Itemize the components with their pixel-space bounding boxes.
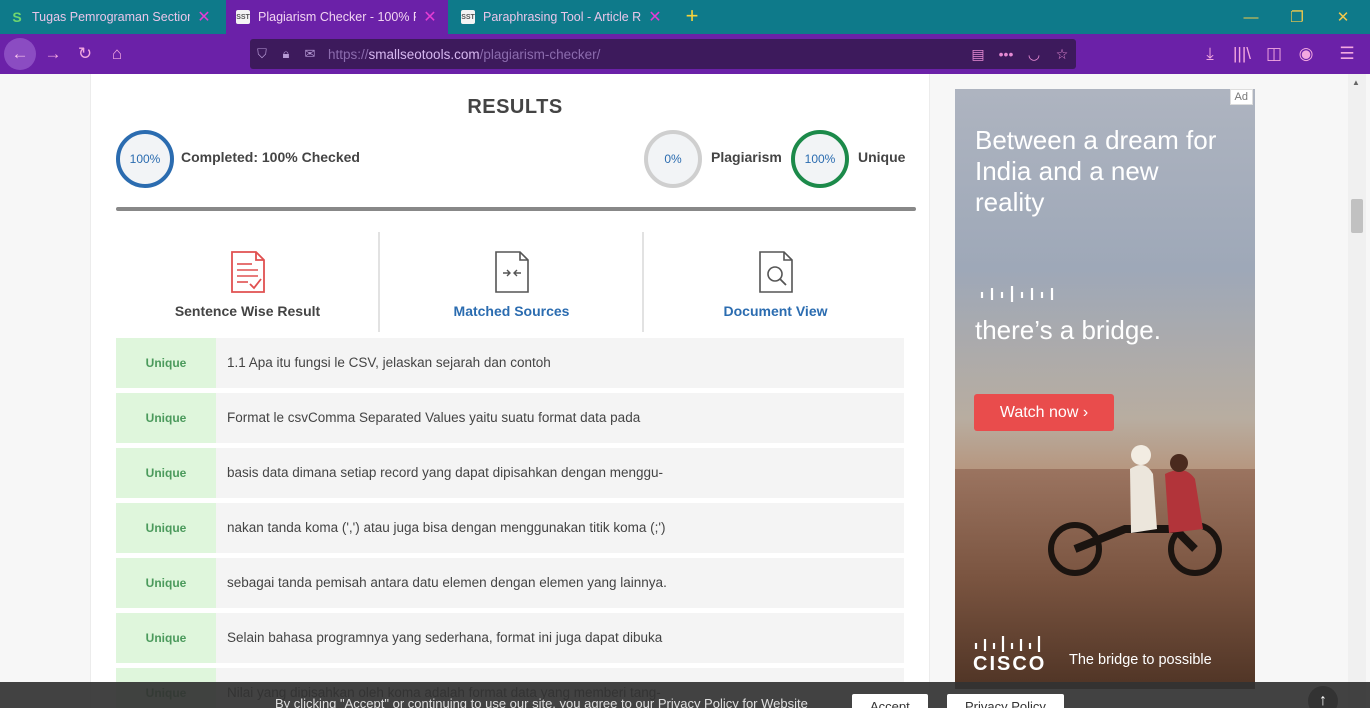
navigation-bar: ← → ↻ ⌂ ⛉ 🔒︎ ✉ https://smallseotools.com… [0,34,1370,74]
scroll-to-top-icon[interactable]: ↑ [1308,686,1338,708]
back-icon[interactable]: ← [4,38,36,70]
tab-label: Matched Sources [453,303,570,319]
browser-tab-active[interactable]: SST Plagiarism Checker - 100% Free ✕ [226,0,448,34]
home-icon[interactable]: ⌂ [102,39,132,69]
scroll-up-icon[interactable]: ▲ [1352,78,1360,87]
sentence-text: basis data dimana setiap record yang dap… [227,465,664,480]
download-icon[interactable]: ⤓ [1195,39,1225,69]
browser-tab[interactable]: SST Paraphrasing Tool - Article Rew ✕ [451,0,673,34]
library-icon[interactable]: |||\ [1227,39,1257,69]
minimize-icon[interactable]: — [1228,0,1274,34]
ad-tagline: The bridge to possible [1069,652,1212,668]
sentence-text: 1.1 Apa itu fungsi le CSV, jelaskan seja… [227,355,551,370]
sentence-result-icon [231,251,265,293]
vertical-scrollbar[interactable]: ▲ [1348,74,1366,708]
results-title: RESULTS [467,96,563,118]
status-badge: Unique [116,613,216,663]
sentence-text: Format le csvComma Separated Values yait… [227,410,641,425]
ad-headline: Between a dream for India and a new real… [975,125,1217,217]
ad-photo-riders [1048,445,1222,576]
sidebar-icon[interactable]: ◫ [1259,39,1289,69]
tab-bar: S Tugas Pemrograman Section 4 ✕ SST Plag… [0,0,1370,34]
cookie-text: By clicking "Accept" or continuing to us… [275,696,808,708]
pocket-icon[interactable]: ◡ [1020,46,1048,63]
privacy-policy-button[interactable]: Privacy Policy [947,694,1064,708]
tab-label: Document View [723,303,828,319]
sentence-text: Selain bahasa programnya yang sederhana,… [227,630,663,645]
reader-view-icon[interactable]: ▤ [964,46,992,63]
cisco-logo: CISCO [973,635,1053,675]
document-view-icon [759,251,793,293]
tab-title: Plagiarism Checker - 100% Free [258,10,416,24]
tab-title: Paraphrasing Tool - Article Rew [483,10,641,24]
completed-label: Completed: 100% Checked [181,149,360,165]
tab-document-view[interactable]: Document View [644,232,907,332]
shield-icon[interactable]: ⛉ [250,46,274,62]
bookmark-star-icon[interactable]: ☆ [1048,46,1076,63]
table-row: Unique 1.1 Apa itu fungsi le CSV, jelask… [116,338,904,388]
url-text[interactable]: https://smallseotools.com/plagiarism-che… [328,47,964,62]
tab-favicon-icon: SST [236,10,250,24]
new-tab-icon[interactable]: + [680,4,704,28]
status-badge: Unique [116,393,216,443]
reload-icon[interactable]: ↻ [70,39,100,69]
status-badge: Unique [116,503,216,553]
account-icon[interactable]: ◉ [1291,39,1321,69]
table-row: Unique Selain bahasa programnya yang sed… [116,613,904,663]
tab-sentence-wise-result[interactable]: Sentence Wise Result [116,232,379,332]
table-row: Unique sebagai tanda pemisah antara datu… [116,558,904,608]
close-tab-icon[interactable]: ✕ [422,7,438,27]
table-row: Unique nakan tanda koma (',') atau juga … [116,503,904,553]
more-actions-icon[interactable]: ••• [992,46,1020,62]
progress-bar [116,207,916,211]
permissions-icon[interactable]: ✉ [298,46,322,62]
result-tabs: Sentence Wise Result Matched Sources Doc… [116,232,906,332]
sentence-text: sebagai tanda pemisah antara datu elemen… [227,575,667,590]
status-badge: Unique [116,558,216,608]
restore-icon[interactable]: ❐ [1274,0,1320,34]
results-card: RESULTS 100% Completed: 100% Checked 0% … [90,74,930,708]
sentence-text: nakan tanda koma (',') atau juga bisa de… [227,520,666,535]
browser-tab[interactable]: S Tugas Pemrograman Section 4 ✕ [0,0,222,34]
tab-favicon-icon: SST [461,10,475,24]
completed-circle: 100% [116,130,174,188]
address-bar[interactable]: ⛉ 🔒︎ ✉ https://smallseotools.com/plagiar… [250,39,1076,69]
tab-title: Tugas Pemrograman Section 4 [32,10,190,24]
matched-sources-icon [495,251,529,293]
plagiarism-circle: 0% [644,130,702,188]
cisco-wordmark: CISCO [973,653,1047,675]
ad-tag[interactable]: Ad [1229,89,1253,105]
lock-icon[interactable]: 🔒︎ [274,46,298,62]
status-badge: Unique [116,448,216,498]
accept-button[interactable]: Accept [852,694,928,708]
cisco-wave-icon [980,286,1054,302]
menu-icon[interactable]: ☰ [1332,39,1362,69]
cookie-banner: By clicking "Accept" or continuing to us… [0,682,1370,708]
scrollbar-thumb[interactable] [1351,199,1363,233]
tab-matched-sources[interactable]: Matched Sources [380,232,643,332]
table-row: Unique basis data dimana setiap record y… [116,448,904,498]
advertisement[interactable]: Ad Between a dream for India and a new r… [955,89,1255,689]
close-window-icon[interactable]: ✕ [1320,0,1366,34]
plagiarism-label: Plagiarism [711,149,782,165]
tab-favicon-icon: S [12,9,22,25]
watch-now-button[interactable]: Watch now › [974,394,1114,431]
forward-icon[interactable]: → [38,39,68,69]
cisco-logo-icon [974,636,1041,652]
close-tab-icon[interactable]: ✕ [647,7,663,27]
status-badge: Unique [116,338,216,388]
table-row: Unique Format le csvComma Separated Valu… [116,393,904,443]
page-content: RESULTS 100% Completed: 100% Checked 0% … [0,74,1370,708]
close-tab-icon[interactable]: ✕ [196,7,212,27]
ad-headline-2: there’s a bridge. [975,315,1161,345]
unique-circle: 100% [791,130,849,188]
tab-label: Sentence Wise Result [174,303,321,319]
unique-label: Unique [858,149,906,165]
